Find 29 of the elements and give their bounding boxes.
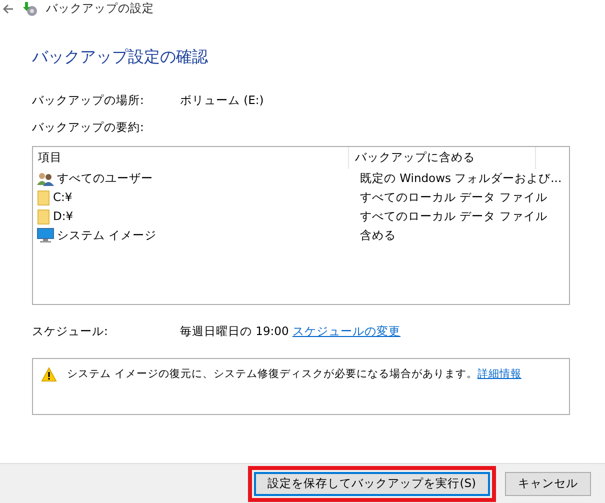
location-label: バックアップの場所: xyxy=(32,92,145,109)
change-schedule-link[interactable]: スケジュールの変更 xyxy=(292,322,400,340)
warning-message: システム イメージの復元に、システム修復ディスクが必要になる場合があります。詳細情報 xyxy=(67,367,522,382)
included-value: 既定の Windows フォルダーおよび... xyxy=(359,170,562,187)
page-heading: バックアップ設定の確認 xyxy=(32,46,209,68)
backup-app-icon xyxy=(22,1,38,17)
monitor-icon xyxy=(37,228,54,243)
column-header[interactable]: バックアップに含める xyxy=(348,147,536,169)
cancel-button[interactable]: キャンセル xyxy=(505,472,591,496)
folder-icon xyxy=(37,190,50,206)
users-icon xyxy=(37,172,54,186)
item-name: D:¥ xyxy=(53,208,74,225)
warning-icon xyxy=(41,367,57,382)
summary-label: バックアップの要約: xyxy=(32,118,144,136)
column-header[interactable]: 項目 xyxy=(33,149,348,167)
more-info-link[interactable]: 詳細情報 xyxy=(477,368,522,380)
item-name: すべてのユーザー xyxy=(57,170,153,187)
location-value: ボリューム (E:) xyxy=(180,92,264,109)
save-and-run-button[interactable]: 設定を保存してバックアップを実行(S) xyxy=(254,472,490,496)
included-value: すべてのローカル データ ファイル xyxy=(359,188,548,206)
schedule-label: スケジュール: xyxy=(32,322,109,340)
included-value: すべてのローカル データ ファイル xyxy=(359,208,548,225)
back-arrow-icon[interactable] xyxy=(2,4,14,14)
item-name: システム イメージ xyxy=(57,226,157,244)
schedule-value: 毎週日曜日の 19:00 xyxy=(180,322,289,340)
folder-icon xyxy=(37,208,50,224)
item-name: C:¥ xyxy=(53,188,72,206)
window-title: バックアップの設定 xyxy=(46,0,154,18)
included-value: 含める xyxy=(359,226,396,244)
